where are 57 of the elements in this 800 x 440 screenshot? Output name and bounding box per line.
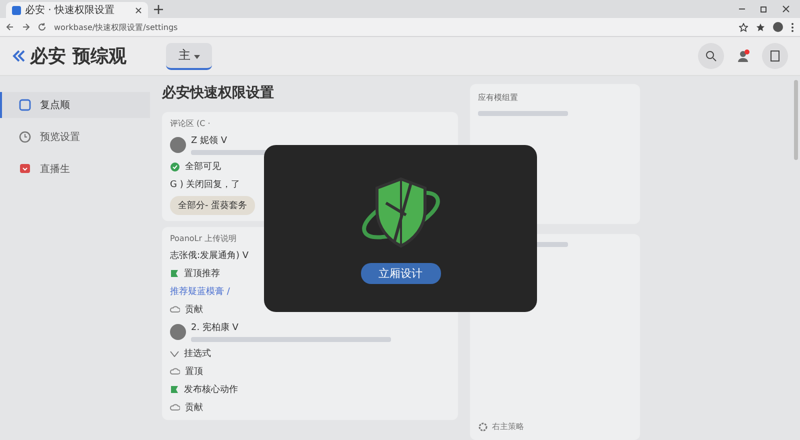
sidebar-item[interactable]: 复点顺 <box>0 92 150 118</box>
link[interactable]: 推荐疑蓝模膏 / <box>170 285 230 298</box>
row-text: 全部可见 <box>185 160 221 173</box>
cloud-icon <box>170 368 180 375</box>
tag[interactable]: 全部分- 蛋葵套务 <box>170 196 256 215</box>
chevron-icon <box>12 49 26 63</box>
scrollbar[interactable] <box>794 80 798 160</box>
avatar <box>170 324 186 340</box>
check-icon <box>170 162 180 172</box>
forward-icon[interactable] <box>22 23 30 31</box>
plus-icon[interactable] <box>154 4 163 14</box>
row-text: 贡献 <box>185 304 203 316</box>
card-title: 评论区 (C · <box>170 118 212 129</box>
box-icon <box>18 98 32 112</box>
card-title: 应有模组置 <box>478 92 519 103</box>
panel-icon <box>769 50 781 62</box>
sidebar-item[interactable]: 直播生 <box>0 156 150 182</box>
card-title: PoanoLr 上传说明 <box>170 233 238 244</box>
row-text: 发布核心动作 <box>184 384 238 396</box>
comment-author: 2. 宪柏康 V <box>191 322 240 334</box>
cloud-icon <box>170 306 180 313</box>
browser-tab[interactable]: 必安 · 快速权限设置 <box>6 2 148 18</box>
flag-icon <box>170 269 179 278</box>
row-text: G ) 关闭回复，了 <box>170 178 240 191</box>
page-title: 必安快速权限设置 <box>162 84 275 102</box>
main-dropdown[interactable]: 主 <box>166 42 212 70</box>
search-button[interactable] <box>698 43 724 69</box>
comment-author: Z 妮领 V <box>191 134 228 147</box>
menu-icon[interactable] <box>791 22 794 32</box>
design-button[interactable]: 立厢设计 <box>360 263 440 284</box>
close-icon[interactable] <box>782 5 790 13</box>
reload-icon[interactable] <box>38 23 46 31</box>
panel-button[interactable] <box>762 43 788 69</box>
clock-icon <box>18 130 32 144</box>
favicon-icon <box>12 6 21 14</box>
close-icon[interactable] <box>135 6 142 14</box>
row-text: 志张俄:发展通角) V <box>170 250 249 262</box>
flag-icon <box>170 385 179 394</box>
cloud-icon <box>170 404 180 411</box>
sidebar-item[interactable]: 预览设置 <box>0 124 150 150</box>
tick-icon <box>170 350 179 356</box>
row-text: 置顶推荐 <box>184 268 220 280</box>
back-icon[interactable] <box>6 23 14 31</box>
star-icon[interactable] <box>756 22 765 32</box>
search-icon <box>705 50 717 62</box>
app-logo: 必安 预综观 <box>30 45 126 68</box>
user-icon[interactable] <box>736 49 750 63</box>
caret-icon <box>194 54 200 58</box>
star-icon[interactable] <box>739 22 748 32</box>
footer-text: 右主策略 <box>492 421 524 432</box>
avatar <box>170 136 186 152</box>
row-text: 贡献 <box>185 402 203 414</box>
restore-icon[interactable] <box>760 5 768 13</box>
row-text: 挂选式 <box>184 348 211 360</box>
row-text: 置顶 <box>185 366 203 378</box>
profile-avatar[interactable] <box>773 22 783 32</box>
address-field[interactable]: workbase/快速权限设置/settings <box>54 22 178 32</box>
